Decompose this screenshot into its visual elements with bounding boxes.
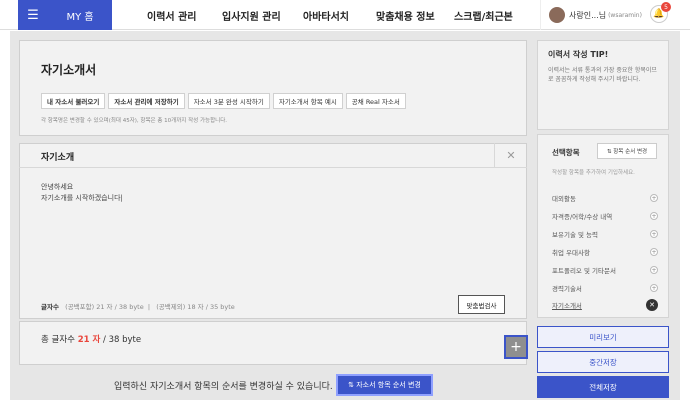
plus-icon: +: [650, 194, 658, 202]
nav-custom-jobs[interactable]: 맞춤채용 정보: [376, 0, 435, 30]
notification-count-badge: 5: [661, 2, 671, 12]
cover-letter-text-line-2[interactable]: 자기소개를 시작하겠습니다|: [41, 193, 123, 203]
sidebar-item-portfolio[interactable]: 포트폴리오 및 기타문서 +: [552, 265, 658, 275]
optional-sections-hint: 작성할 항목을 추가하여 기입하세요.: [552, 170, 635, 176]
save-all-button[interactable]: 전체저장: [537, 376, 669, 398]
plus-icon: +: [650, 212, 658, 220]
section-header: [19, 143, 527, 168]
cover-letter-toolbar: 내 자소서 불러오기 자소서 관리에 저장하기 자소서 3분 완성 시작하기 자…: [41, 93, 406, 109]
change-section-order-button[interactable]: ⇅ 자소서 항목 순서 변경: [336, 374, 433, 396]
close-icon[interactable]: ✕: [494, 143, 527, 168]
sidebar-item-label: 대외활동: [552, 195, 576, 203]
total-label: 총 글자수: [41, 335, 75, 345]
sidebar-item-label: 자격증/어학/수상 내역: [552, 213, 613, 221]
change-item-order-button[interactable]: ⇅ 항목 순서 변경: [597, 143, 657, 159]
cover-letter-text-line-1[interactable]: 안녕하세요: [41, 182, 73, 192]
sidebar-item-label: 포트폴리오 및 기타문서: [552, 267, 616, 275]
nav-scrap-recent[interactable]: 스크랩/최근본: [454, 0, 513, 30]
tip-title: 이력서 작성 TIP!: [548, 50, 609, 59]
cover-letter-examples-button[interactable]: 자기소개서 항목 예시: [272, 93, 343, 109]
sidebar-item-career-description[interactable]: 경력기술서 +: [552, 283, 658, 293]
plus-icon: +: [650, 266, 658, 274]
section-limit-hint: 각 항목명은 변경할 수 있으며(최대 45자), 항목은 총 10개까지 작성…: [41, 118, 228, 124]
total-character-count: 총 글자수 21 자 / 38 byte: [41, 333, 141, 345]
sidebar-item-label: 경력기술서: [552, 285, 582, 293]
plus-icon: +: [650, 230, 658, 238]
save-to-cover-letter-management-button[interactable]: 자소서 관리에 저장하기: [108, 93, 185, 109]
nav-avatar-search[interactable]: 아바타서치: [303, 0, 349, 30]
remove-icon[interactable]: ✕: [646, 299, 658, 311]
char-count-label: 글자수: [41, 303, 59, 311]
hamburger-menu-icon[interactable]: ☰: [18, 0, 48, 30]
plus-icon: +: [650, 284, 658, 292]
temporary-save-button[interactable]: 중간저장: [537, 351, 669, 373]
optional-sections-title: 선택항목: [552, 148, 580, 157]
plus-icon: +: [650, 248, 658, 256]
real-cover-letters-button[interactable]: 공채 Real 자소서: [345, 93, 406, 109]
my-home-tab[interactable]: MY 홈: [48, 0, 112, 30]
load-my-cover-letter-button[interactable]: 내 자소서 불러오기: [41, 93, 106, 109]
sidebar-item-preferences[interactable]: 취업 우대사항 +: [552, 247, 658, 257]
cover-letter-section-card: [19, 143, 527, 319]
user-id: (wsaramin): [608, 11, 642, 19]
sidebar-item-label: 자기소개서: [552, 302, 582, 310]
sidebar-item-skills[interactable]: 보유기술 및 능력 +: [552, 229, 658, 239]
sidebar-item-label: 취업 우대사항: [552, 249, 590, 257]
total-chars: 21 자: [77, 335, 101, 345]
order-change-hint: 입력하신 자기소개서 항목의 순서를 변경하실 수 있습니다.: [114, 382, 333, 392]
char-count-without-space: (공백제외) 18 자 / 35 byte: [156, 303, 235, 311]
add-section-button[interactable]: +: [504, 335, 528, 359]
start-3-minute-cover-letter-button[interactable]: 자소서 3분 완성 시작하기: [187, 93, 270, 109]
nav-resume-management[interactable]: 이력서 관리: [147, 0, 196, 30]
sidebar-item-certificates[interactable]: 자격증/어학/수상 내역 +: [552, 211, 658, 221]
top-navigation-bar: ☰ MY 홈 이력서 관리 입사지원 관리 아바타서치 맞춤채용 정보 스크랩/…: [0, 0, 690, 30]
section-title-field[interactable]: 자기소개: [41, 150, 74, 163]
spell-check-button[interactable]: 맞춤법검사: [458, 295, 505, 314]
sidebar-item-label: 보유기술 및 능력: [552, 231, 598, 239]
total-bytes: / 38 byte: [103, 335, 142, 345]
bell-icon[interactable]: 🔔 5: [650, 2, 671, 23]
optional-sections-card: 선택항목 ⇅ 항목 순서 변경 작성할 항목을 추가하여 기입하세요. 대외활동…: [537, 134, 669, 318]
sidebar-item-cover-letter[interactable]: 자기소개서 ✕: [552, 299, 658, 311]
page-title: 자기소개서: [41, 63, 97, 77]
resume-tip-card: 이력서 작성 TIP! 이력서는 서류 통과의 가장 중요한 항목이므로 꼼꼼하…: [537, 40, 669, 130]
preview-button[interactable]: 미리보기: [537, 326, 669, 348]
avatar: [549, 7, 565, 23]
char-count-with-space: (공백포함) 21 자 / 38 byte: [65, 303, 144, 311]
nav-application-management[interactable]: 입사지원 관리: [222, 0, 281, 30]
character-count: 글자수 (공백포함) 21 자 / 38 byte | (공백제외) 18 자 …: [41, 303, 235, 311]
user-name: 사랑인...님: [569, 10, 607, 20]
tip-body: 이력서는 서류 통과의 가장 중요한 항목이므로 꼼꼼하게 작성해 주시기 바랍…: [548, 67, 657, 83]
sidebar-item-activities[interactable]: 대외활동 +: [552, 193, 658, 203]
